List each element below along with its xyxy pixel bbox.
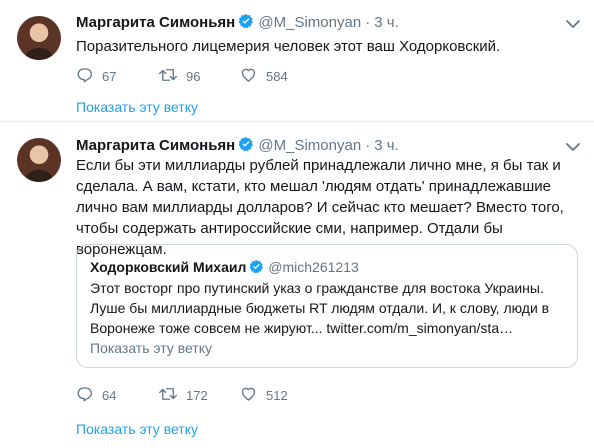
chevron-down-icon[interactable] bbox=[564, 15, 582, 33]
retweet-count: 96 bbox=[186, 68, 201, 84]
tweet-actions: 67 96 584 bbox=[76, 66, 376, 86]
verified-badge-icon bbox=[249, 259, 264, 278]
show-thread-link[interactable]: Показать эту ветку bbox=[76, 421, 198, 437]
heart-icon bbox=[239, 66, 266, 87]
avatar[interactable] bbox=[17, 138, 61, 182]
reply-button[interactable]: 67 bbox=[76, 66, 116, 86]
quoted-tweet[interactable]: Ходорковский Михаил @mich261213 Этот вос… bbox=[76, 244, 578, 368]
verified-badge-icon bbox=[238, 136, 254, 157]
heart-icon bbox=[239, 385, 266, 406]
tweet-time[interactable]: 3 ч. bbox=[374, 14, 399, 31]
reply-button[interactable]: 64 bbox=[76, 385, 116, 405]
retweet-button[interactable]: 172 bbox=[158, 385, 208, 405]
tweet-header: Маргарита Симоньян @M_Simonyan · 3 ч. bbox=[76, 136, 399, 154]
like-button[interactable]: 584 bbox=[239, 66, 288, 86]
separator-dot: · bbox=[365, 137, 371, 154]
quoted-tweet-header: Ходорковский Михаил @mich261213 bbox=[90, 258, 359, 278]
reply-icon bbox=[76, 66, 102, 87]
retweet-count: 172 bbox=[186, 387, 208, 403]
like-count: 512 bbox=[266, 387, 288, 403]
retweet-icon bbox=[158, 385, 186, 406]
tweet-text: Поразительного лицемерия человек этот ва… bbox=[76, 38, 501, 55]
tweet-actions: 64 172 512 bbox=[76, 385, 376, 405]
quoted-author-name: Ходорковский Михаил bbox=[90, 259, 247, 275]
tweet-time[interactable]: 3 ч. bbox=[374, 137, 399, 154]
separator-dot: · bbox=[365, 14, 371, 31]
verified-badge-icon bbox=[238, 13, 254, 34]
like-count: 584 bbox=[266, 68, 288, 84]
tweet-header: Маргарита Симоньян @M_Simonyan · 3 ч. bbox=[76, 13, 399, 31]
tweet[interactable]: Маргарита Симоньян @M_Simonyan · 3 ч. Пора… bbox=[0, 0, 594, 122]
reply-icon bbox=[76, 385, 102, 406]
chevron-down-icon[interactable] bbox=[564, 138, 582, 156]
author-handle[interactable]: @M_Simonyan bbox=[258, 14, 361, 31]
tweet[interactable]: Маргарита Симоньян @M_Simonyan · 3 ч. Если… bbox=[0, 123, 594, 448]
author-handle[interactable]: @M_Simonyan bbox=[258, 137, 361, 154]
quoted-author-handle: @mich261213 bbox=[268, 259, 359, 275]
avatar[interactable] bbox=[17, 16, 61, 60]
author-name[interactable]: Маргарита Симоньян bbox=[76, 137, 235, 154]
retweet-button[interactable]: 96 bbox=[158, 66, 200, 86]
quoted-tweet-text: Этот восторг про путинский указ о гражда… bbox=[90, 280, 550, 336]
author-name[interactable]: Маргарита Симоньян bbox=[76, 14, 235, 31]
reply-count: 64 bbox=[102, 387, 117, 403]
reply-count: 67 bbox=[102, 68, 117, 84]
retweet-icon bbox=[158, 66, 186, 87]
quoted-show-thread-link[interactable]: Показать эту ветку bbox=[90, 340, 212, 356]
show-thread-link[interactable]: Показать эту ветку bbox=[76, 99, 198, 115]
like-button[interactable]: 512 bbox=[239, 385, 288, 405]
